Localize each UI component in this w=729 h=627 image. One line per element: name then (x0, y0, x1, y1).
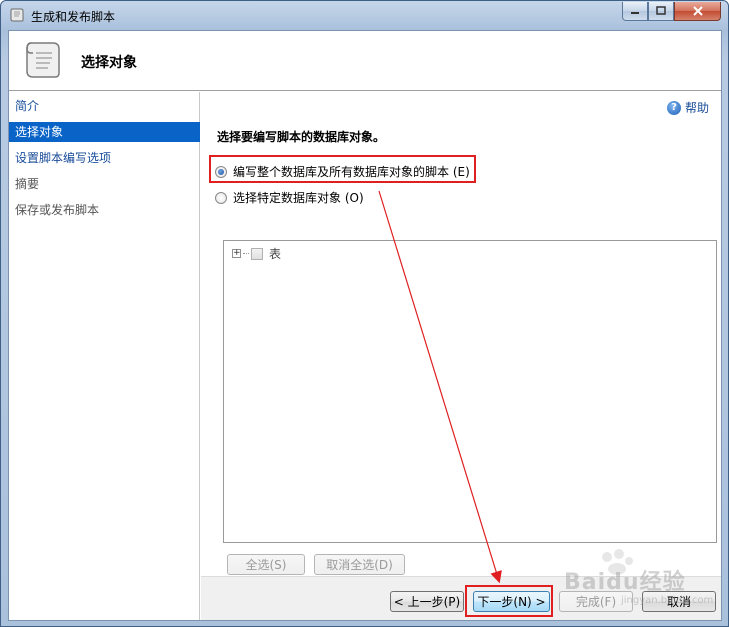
close-icon (692, 6, 703, 16)
expand-icon[interactable]: + (232, 249, 241, 258)
nav-item-save-publish: 保存或发布脚本 (15, 203, 100, 217)
tree-item-label: 表 (269, 247, 282, 261)
option-label: 选择特定数据库对象 (O) (233, 191, 364, 205)
nav-item-choose-objects[interactable]: 选择对象 (9, 122, 200, 142)
annotation-highlight-box (209, 155, 476, 183)
nav-item-summary: 摘要 (15, 177, 40, 191)
maximize-button[interactable] (648, 2, 674, 21)
page-title: 选择对象 (81, 55, 137, 71)
checkbox[interactable] (251, 247, 263, 260)
close-button[interactable] (674, 2, 721, 21)
title-bar[interactable]: 生成和发布脚本 (1, 1, 728, 29)
page-header: 选择对象 (9, 31, 721, 91)
minimize-icon (631, 12, 639, 14)
wizard-nav: 简介 选择对象 设置脚本编写选项 摘要 保存或发布脚本 (9, 92, 200, 620)
annotation-highlight-next (465, 585, 553, 617)
help-link[interactable]: ? 帮助 (667, 99, 709, 116)
minimize-button[interactable] (622, 2, 648, 21)
deselect-all-button[interactable]: 取消全选(D) (314, 554, 405, 575)
window-title: 生成和发布脚本 (31, 10, 116, 24)
script-scroll-icon (26, 42, 60, 78)
nav-item-intro[interactable]: 简介 (9, 96, 200, 116)
tree-connector (243, 253, 249, 254)
maximize-icon (656, 6, 666, 15)
watermark-url: jingyan.baidu.com (621, 595, 714, 606)
dialog-window: 生成和发布脚本 选择对象 简介 选择对象 设置脚本编写选项 摘要 保存或发布脚本 (0, 0, 729, 627)
instruction-text: 选择要编写脚本的数据库对象。 (217, 130, 386, 144)
watermark-brand: Baidu经验 (564, 570, 686, 595)
content-pane: ? 帮助 选择要编写脚本的数据库对象。 编写整个数据库及所有数据库对象的脚本 (… (201, 92, 721, 576)
help-label: 帮助 (685, 101, 710, 115)
object-tree[interactable]: + 表 (223, 240, 717, 543)
help-icon: ? (667, 100, 681, 115)
previous-button[interactable]: < 上一步(P) (390, 591, 464, 612)
script-scroll-icon (10, 8, 24, 22)
radio-button[interactable] (215, 191, 227, 204)
tree-item-tables[interactable]: + 表 (232, 245, 281, 262)
option-select-specific-objects[interactable]: 选择特定数据库对象 (O) (215, 189, 364, 206)
dialog-client-area: 选择对象 简介 选择对象 设置脚本编写选项 摘要 保存或发布脚本 ? 帮助 选择… (8, 30, 722, 621)
nav-item-scripting-options[interactable]: 设置脚本编写选项 (9, 148, 200, 168)
select-all-button[interactable]: 全选(S) (227, 554, 305, 575)
